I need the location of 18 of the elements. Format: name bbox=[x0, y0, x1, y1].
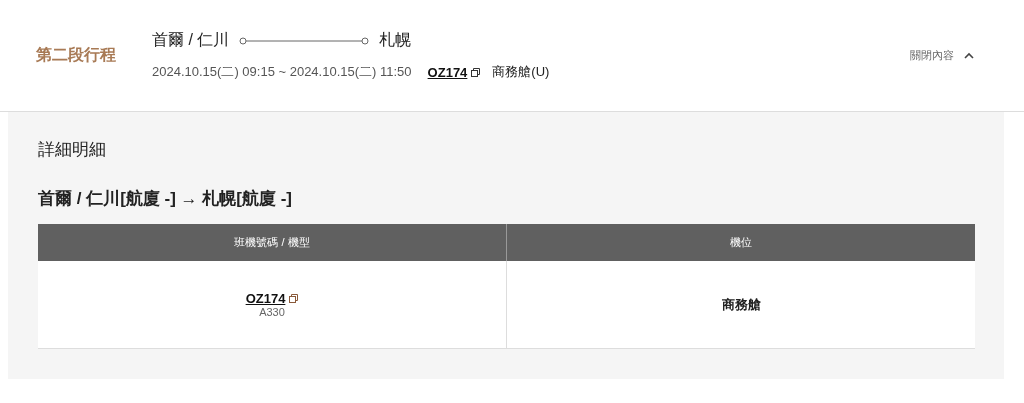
copy-icon[interactable] bbox=[289, 294, 299, 303]
table-cell: 商務艙 bbox=[506, 261, 975, 349]
caret-icon bbox=[964, 52, 974, 59]
segment-label: 第二段行程 bbox=[36, 45, 117, 65]
flight-schedule: 2024.10.15(二) 09:15 ~ 2024.10.15(二) 11:50 bbox=[152, 63, 412, 81]
aircraft-type: A330 bbox=[258, 306, 286, 318]
column-header: 班機號碼 / 機型 bbox=[38, 224, 507, 261]
column-header: 機位 bbox=[506, 224, 975, 261]
cabin-class: 商務艙(U) bbox=[492, 63, 550, 81]
flight-link[interactable]: OZ174 bbox=[245, 291, 286, 306]
destination-city: 札幌 bbox=[379, 30, 412, 50]
origin-city: 首爾 / 仁川 bbox=[152, 30, 230, 50]
flight-link[interactable]: OZ174 bbox=[427, 64, 468, 80]
collapse-button[interactable]: 關閉內容 bbox=[910, 48, 974, 63]
route-heading: 首爾 / 仁川[航廈 -] → 札幌[航廈 -] bbox=[38, 188, 294, 210]
copy-icon[interactable] bbox=[471, 67, 481, 77]
details-title: 詳細明細 bbox=[38, 139, 107, 161]
route-line-icon bbox=[239, 36, 370, 45]
